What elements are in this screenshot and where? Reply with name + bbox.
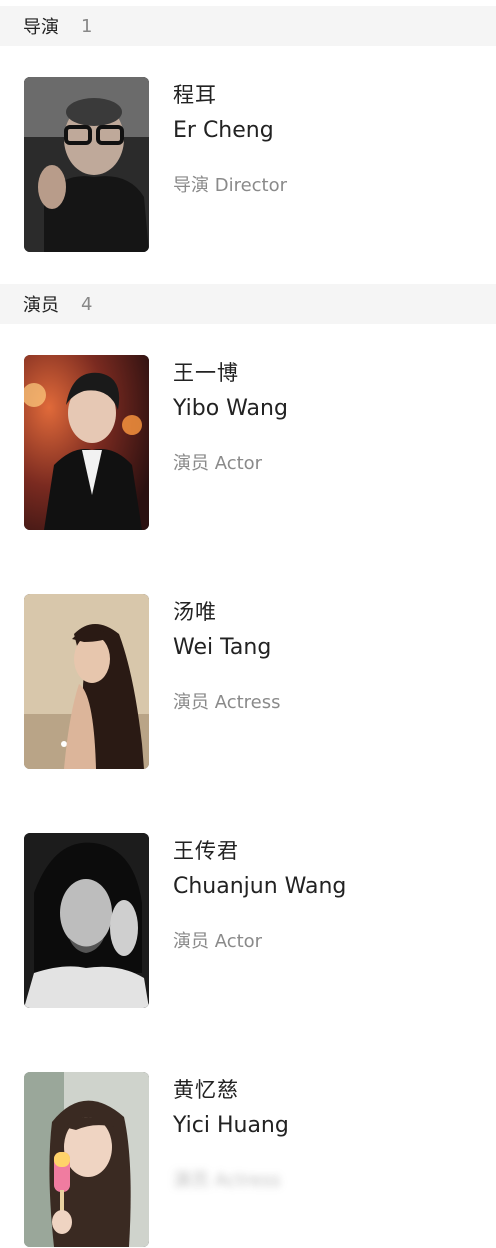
person-name-en[interactable]: Wei Tang (173, 635, 271, 660)
person-name-cn[interactable]: 汤唯 (173, 596, 217, 626)
person-name-en[interactable]: Er Cheng (173, 118, 274, 143)
section-count: 4 (81, 293, 93, 315)
section-count: 1 (81, 15, 93, 37)
person-photo[interactable] (24, 77, 149, 252)
portrait-image (24, 833, 149, 1008)
person-card-yici-huang[interactable]: 黄忆慈 Yici Huang 演员 Actress (0, 1072, 496, 1248)
person-role: 演员 Actress (173, 1170, 281, 1191)
person-role: 演员 Actor (173, 931, 263, 952)
person-card-wei-tang[interactable]: 汤唯 Wei Tang 演员 Actress (0, 594, 496, 770)
section-title: 演员 (23, 295, 59, 316)
section-title: 导演 (23, 17, 59, 38)
person-name-en[interactable]: Chuanjun Wang (173, 874, 346, 899)
section-header-actors: 演员 4 (0, 284, 496, 324)
person-role: 演员 Actor (173, 453, 263, 474)
person-name-en[interactable]: Yibo Wang (173, 396, 288, 421)
person-card-er-cheng[interactable]: 程耳 Er Cheng 导演 Director (0, 77, 496, 253)
person-photo[interactable] (24, 594, 149, 769)
person-photo[interactable] (24, 833, 149, 1008)
person-name-cn[interactable]: 王传君 (173, 835, 239, 865)
person-name-en[interactable]: Yici Huang (173, 1113, 289, 1138)
person-role: 导演 Director (173, 175, 288, 196)
person-name-cn[interactable]: 程耳 (173, 79, 217, 109)
person-card-yibo-wang[interactable]: 王一博 Yibo Wang 演员 Actor (0, 355, 496, 531)
person-photo[interactable] (24, 1072, 149, 1247)
portrait-image (24, 594, 149, 769)
portrait-image (24, 1072, 149, 1247)
portrait-image (24, 355, 149, 530)
person-name-cn[interactable]: 王一博 (173, 357, 239, 387)
person-role: 演员 Actress (173, 692, 281, 713)
person-photo[interactable] (24, 355, 149, 530)
person-name-cn[interactable]: 黄忆慈 (173, 1074, 239, 1104)
person-card-chuanjun-wang[interactable]: 王传君 Chuanjun Wang 演员 Actor (0, 833, 496, 1009)
portrait-image (24, 77, 149, 252)
section-header-directors: 导演 1 (0, 6, 496, 46)
